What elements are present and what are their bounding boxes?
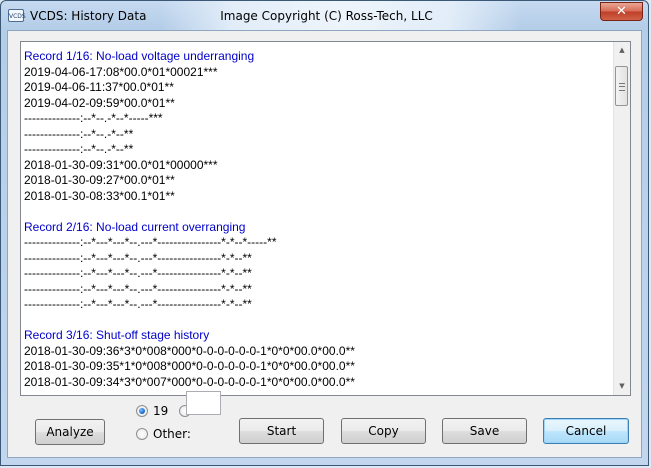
history-line: 2018-01-30-09:34*3*0*007*000*0-0-0-0-0-0… (24, 374, 355, 389)
radio-other-label: Other: (153, 427, 191, 441)
history-line: 2018-01-30-09:31*00.0*01*00000*** (24, 157, 218, 172)
record-header: Record 2/16: No-load current overranging (24, 219, 246, 234)
scroll-thumb[interactable] (615, 66, 628, 106)
history-line: 2018-01-30-08:33*00.1*01** (24, 188, 175, 203)
save-button[interactable]: Save (442, 418, 527, 444)
close-button[interactable]: ✕ (600, 2, 643, 21)
dialog-client-area: Record 1/16: No-load voltage underrangin… (7, 30, 642, 458)
record-header: Record 1/16: No-load voltage underrangin… (24, 49, 255, 63)
other-value-input[interactable] (186, 391, 221, 415)
history-line: --------------:--*---*---*--.---*-------… (24, 297, 252, 311)
history-line: 2018-01-30-09:27*00.0*01** (24, 173, 175, 187)
history-line: --------------:--*--.-*--*-----*** (24, 111, 163, 125)
grip-icon (619, 83, 625, 91)
history-line: --------------:--*---*---*--.---*-------… (24, 235, 277, 249)
history-line: 2019-04-02-09:59*00.0*01** (24, 95, 175, 110)
analyze-button[interactable]: Analyze (35, 419, 105, 445)
history-line: 2019-04-06-11:37*00.0*01** (24, 80, 174, 94)
history-line: 2018-01-30-09:35*1*0*008*000*0-0-0-0-0-0… (24, 359, 355, 373)
copyright-notice: Image Copyright (C) Ross-Tech, LLC (220, 9, 433, 23)
radio-19[interactable] (136, 405, 148, 417)
history-line: --------------:--*---*---*--.---*-------… (24, 250, 252, 265)
radio-other[interactable] (136, 428, 148, 440)
start-button[interactable]: Start (239, 418, 324, 444)
title-bar[interactable]: VCDS VCDS: History Data Image Copyright … (1, 1, 648, 31)
history-line: --------------:--*---*---*--.---*-------… (24, 281, 252, 296)
copy-button[interactable]: Copy (341, 418, 426, 444)
history-lines: Record 1/16: No-load voltage underrangin… (24, 49, 610, 390)
history-line: 2019-04-06-17:08*00.0*01*00021*** (24, 64, 218, 79)
scroll-up-arrow-icon[interactable]: ▲ (614, 42, 630, 59)
scroll-down-arrow-icon[interactable]: ▼ (614, 378, 630, 395)
history-line: --------------:--*--.-*--** (24, 126, 134, 141)
vertical-scrollbar[interactable]: ▲ ▼ (613, 42, 630, 395)
history-line: --------------:--*---*---*--.---*-------… (24, 266, 252, 280)
cancel-button[interactable]: Cancel (543, 418, 629, 444)
record-header: Record 3/16: Shut-off stage history (24, 328, 210, 342)
radio-19-label: 19 (153, 404, 169, 418)
history-line: --------------:--*--.-*--** (24, 142, 134, 156)
history-line: 2018-01-30-09:36*3*0*008*000*0-0-0-0-0-0… (24, 343, 355, 358)
close-icon: ✕ (616, 4, 627, 19)
history-data-listbox[interactable]: Record 1/16: No-load voltage underrangin… (20, 41, 631, 396)
